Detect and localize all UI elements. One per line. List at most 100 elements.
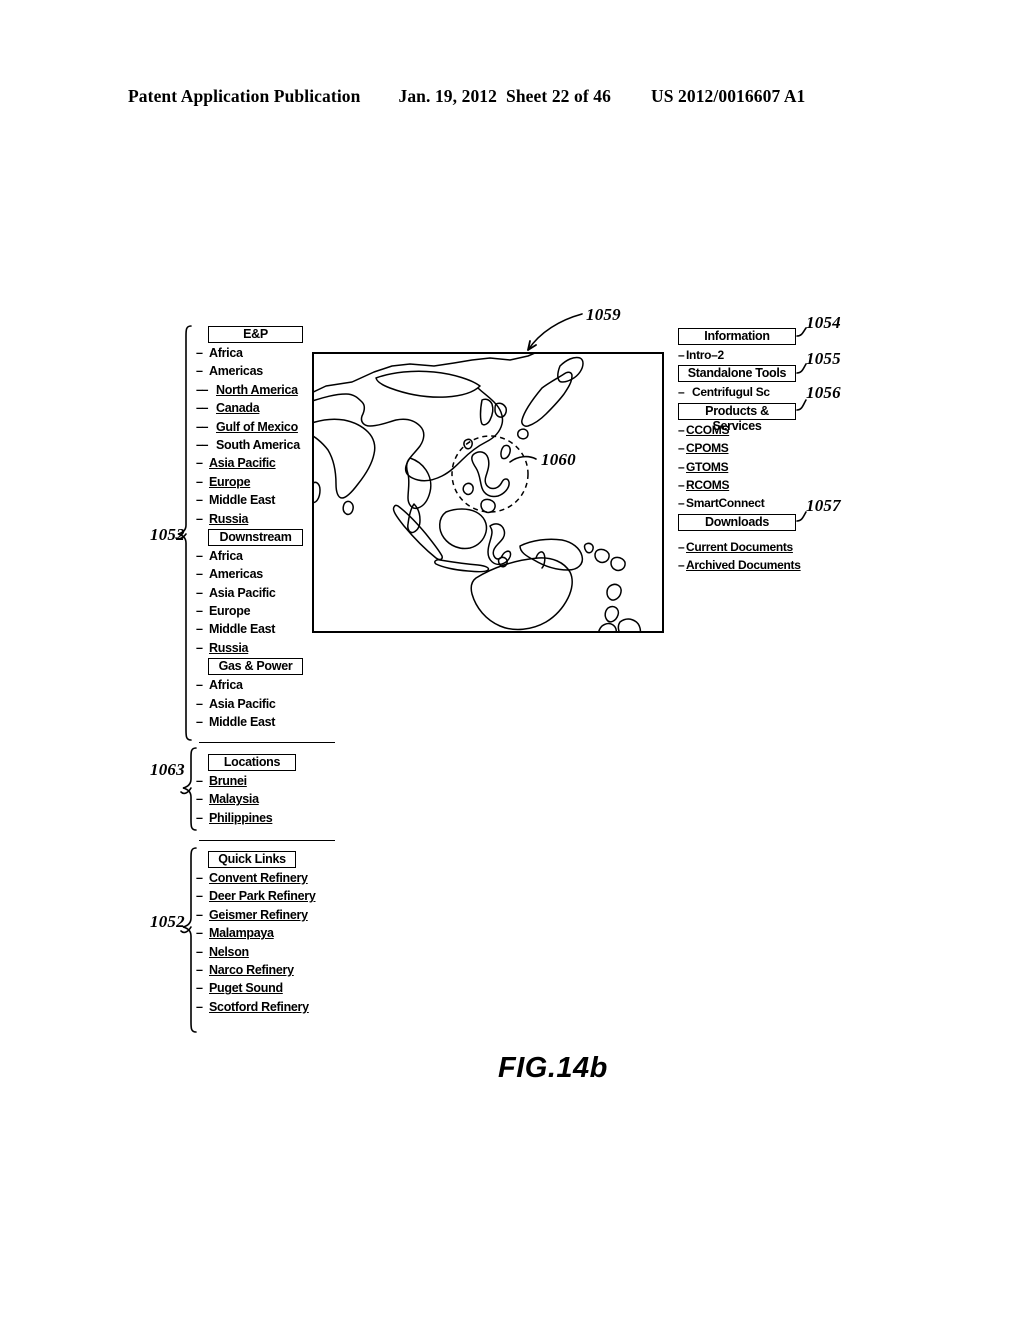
menu-item-label: Russia — [209, 640, 249, 655]
dash-marker: – — [196, 548, 203, 563]
menu-item[interactable]: – Middle East — [196, 620, 316, 638]
asia-pacific-map — [314, 354, 642, 631]
menu-item[interactable]: – Puget Sound — [196, 979, 326, 997]
dash-marker: – — [196, 364, 203, 379]
dash-marker: – — [196, 907, 203, 922]
menu-item-label: Africa — [209, 346, 243, 360]
dash-marker: – — [196, 622, 203, 637]
menu-group-ep: – Africa – Americas –– North America –– Cana… — [196, 344, 316, 528]
leader-1063 — [180, 787, 192, 795]
menu-item[interactable]: – Russia — [196, 510, 316, 528]
menu-item-label: Scotford Refinery — [209, 999, 309, 1014]
dash-marker: – — [196, 456, 203, 471]
menu-item[interactable]: – Archived Documents — [678, 556, 804, 574]
menu-item[interactable]: – Asia Pacific — [196, 695, 316, 713]
publication-number: US 2012/0016607 A1 — [650, 86, 806, 106]
dash-marker: – — [196, 604, 203, 619]
menu-item[interactable]: – Africa — [196, 547, 316, 565]
menu-item[interactable]: – Russia — [196, 639, 316, 657]
ref-numeral-1055: 1055 — [806, 349, 841, 368]
dash-marker: – — [678, 477, 685, 492]
dash-marker: –– — [196, 382, 208, 397]
menu-item[interactable]: – Nelson — [196, 943, 326, 961]
dash-marker: – — [678, 422, 685, 437]
section-header-standalone-tools[interactable]: Standalone Tools — [678, 365, 796, 383]
dash-marker: – — [196, 696, 203, 711]
menu-item[interactable]: – Brunei — [196, 772, 316, 790]
dash-marker: – — [196, 346, 203, 360]
menu-item-label: North America — [216, 382, 298, 397]
menu-item[interactable]: – Narco Refinery — [196, 961, 326, 979]
dash-marker: – — [196, 493, 203, 508]
menu-item[interactable]: – Asia Pacific — [196, 454, 316, 472]
menu-item[interactable]: – Intro–2 — [678, 346, 804, 364]
menu-item[interactable]: –– North America — [196, 381, 316, 399]
ref-numeral-1057: 1057 — [806, 496, 841, 515]
section-header-downloads[interactable]: Downloads — [678, 513, 796, 531]
menu-item-label: Americas — [209, 364, 263, 379]
menu-item-label: GTOMS — [686, 459, 729, 474]
sheet-number: Sheet 22 of 46 — [506, 86, 611, 106]
dash-marker: – — [196, 640, 203, 655]
publication-title: Patent Application Publication — [128, 86, 361, 106]
section-header-ep[interactable]: E&P — [208, 326, 303, 343]
menu-item[interactable]: – Middle East — [196, 713, 316, 731]
menu-item[interactable]: – Centrifugul Sc — [678, 383, 804, 401]
menu-item[interactable]: – Americas — [196, 565, 316, 583]
dash-marker: – — [196, 810, 203, 825]
world-map-viewport[interactable] — [312, 352, 664, 633]
menu-item[interactable]: – Philippines — [196, 809, 316, 827]
dash-marker: – — [196, 585, 203, 600]
menu-item[interactable]: – Deer Park Refinery — [196, 887, 326, 905]
menu-item[interactable]: – Europe — [196, 602, 316, 620]
menu-item-label: SmartConnect — [686, 496, 765, 511]
dash-marker: – — [196, 567, 203, 582]
menu-item[interactable]: – Current Documents — [678, 538, 804, 556]
section-header-quick-links[interactable]: Quick Links — [208, 851, 296, 868]
menu-item[interactable]: – Africa — [196, 676, 316, 694]
menu-item-label: Brunei — [209, 774, 247, 788]
menu-item[interactable]: – Malampaya — [196, 924, 326, 942]
dash-marker: –– — [196, 401, 208, 416]
menu-item[interactable]: – Malaysia — [196, 790, 316, 808]
menu-item-label: Africa — [209, 548, 243, 563]
section-header-products-services[interactable]: Products & Services — [678, 402, 796, 433]
dash-marker: – — [678, 539, 685, 554]
section-header-information[interactable]: Information — [678, 328, 796, 345]
menu-item-label: Convent Refinery — [209, 871, 308, 885]
section-header-downstream[interactable]: Downstream — [208, 528, 303, 546]
menu-item-label: Europe — [209, 474, 251, 489]
menu-item[interactable]: –– Gulf of Mexico — [196, 418, 316, 436]
menu-item-label: Asia Pacific — [209, 585, 276, 600]
menu-item-label: Nelson — [209, 944, 249, 959]
menu-item-label: Malampaya — [209, 926, 274, 941]
ref-numeral-1056: 1056 — [806, 383, 841, 402]
dash-marker: – — [196, 715, 203, 730]
menu-item-label: Puget Sound — [209, 981, 283, 996]
menu-item[interactable]: – Middle East — [196, 491, 316, 509]
menu-item[interactable]: – Scotford Refinery — [196, 998, 326, 1016]
menu-item[interactable]: –– South America — [196, 436, 316, 454]
menu-item[interactable]: – Asia Pacific — [196, 584, 316, 602]
menu-item[interactable]: – GTOMS — [678, 458, 804, 476]
menu-item-label: South America — [216, 437, 300, 452]
publication-header: Patent Application Publication Jan. 19, … — [128, 86, 896, 107]
menu-item[interactable]: – CPOMS — [678, 439, 804, 457]
section-header-locations[interactable]: Locations — [208, 754, 296, 771]
menu-item[interactable]: – SmartConnect — [678, 494, 804, 512]
ref-numeral-1059: 1059 — [586, 305, 621, 324]
menu-item[interactable]: – Africa — [196, 344, 316, 362]
menu-item[interactable]: – Europe — [196, 473, 316, 491]
dash-marker: – — [678, 558, 685, 573]
menu-item[interactable]: –– Canada — [196, 399, 316, 417]
left-navigation-panel: E&P – Africa – Americas –– North America ––… — [196, 325, 316, 731]
menu-item[interactable]: – Convent Refinery — [196, 869, 326, 887]
menu-item-label: Middle East — [209, 493, 276, 508]
menu-item[interactable]: – RCOMS — [678, 476, 804, 494]
menu-item[interactable]: – Americas — [196, 362, 316, 380]
section-header-gas-power[interactable]: Gas & Power — [208, 658, 303, 676]
menu-group-downstream: – Africa – Americas – Asia Pacific – Europe … — [196, 547, 316, 657]
dash-marker: – — [196, 792, 203, 807]
menu-item[interactable]: – Geismer Refinery — [196, 906, 326, 924]
ref-numeral-1054: 1054 — [806, 313, 841, 332]
